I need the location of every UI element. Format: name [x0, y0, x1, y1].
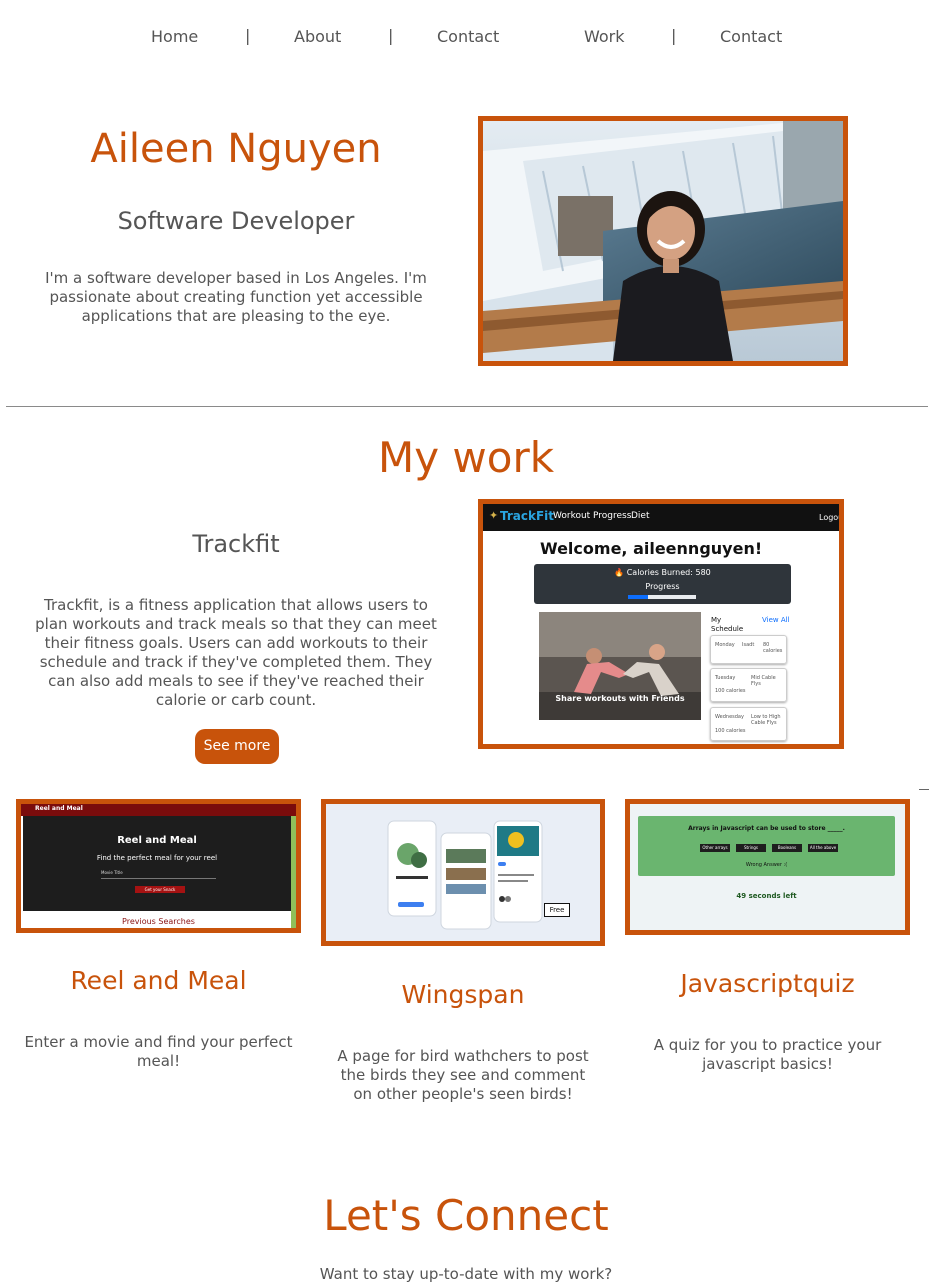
project-description-reel-and-meal: Enter a movie and find your perfect meal… [24, 1033, 293, 1070]
trackfit-logo-icon: ✦ [489, 509, 499, 522]
reel-hero: Reel and Meal Find the perfect meal for … [23, 816, 291, 911]
trackfit-brand: TrackFit [500, 509, 555, 523]
project-description-wingspan: A page for bird wathchers to post the bi… [337, 1047, 589, 1103]
nav-about-link[interactable]: About [294, 27, 341, 46]
wingspan-free-badge: Free [544, 903, 570, 917]
quiz-option: Booleans [772, 844, 802, 852]
trackfit-view-all: View All [762, 616, 790, 624]
featured-project-description: Trackfit, is a fitness application that … [35, 596, 437, 709]
workout-photo-image [539, 612, 701, 720]
javascriptquiz-screenshot[interactable]: Arrays in Javascript can be used to stor… [625, 799, 910, 935]
quiz-feedback: Wrong Answer :( [745, 862, 788, 868]
trackfit-logout: Logou [819, 513, 844, 522]
trackfit-nav-workout: Workout [553, 511, 591, 521]
profile-photo [478, 116, 848, 366]
wingspan-screenshot[interactable]: Free [321, 799, 605, 946]
project-title-wingspan[interactable]: Wingspan [321, 979, 605, 1011]
see-more-button[interactable]: See more [195, 729, 279, 764]
section-divider [6, 406, 928, 407]
trackfit-workout-image: Share workouts with Friends [539, 612, 701, 720]
quiz-question: Arrays in Javascript can be used to stor… [688, 825, 845, 832]
hero-name: Aileen Nguyen [90, 126, 382, 172]
nav-work-link[interactable]: Work [584, 27, 625, 46]
schedule-card: Wednesday Low to High Cable Flys 100 cal… [710, 707, 787, 741]
project-title-javascriptquiz[interactable]: Javascriptquiz [625, 968, 910, 1000]
nav-home-link[interactable]: Home [151, 27, 198, 46]
connect-heading: Let's Connect [323, 1191, 609, 1240]
reel-side-strip [291, 816, 296, 928]
reel-bar-title: Reel and Meal [35, 805, 83, 812]
trackfit-calories: 🔥 Calories Burned: 580 [614, 568, 711, 577]
schedule-calories: 100 calories [715, 688, 746, 694]
work-heading: My work [377, 433, 555, 482]
reel-main-title: Reel and Meal [117, 835, 197, 846]
schedule-calories: 100 calories [715, 728, 746, 734]
reel-button: Get your Snack [135, 886, 185, 893]
quiz-option: Strings [736, 844, 766, 852]
nav-contact-link[interactable]: Contact [437, 27, 499, 46]
trackfit-progress-label: Progress [645, 582, 680, 591]
featured-project-title: Trackfit [192, 530, 280, 558]
schedule-exercise: Isadt [742, 642, 755, 648]
trackfit-calories-card: 🔥 Calories Burned: 580 Progress [534, 564, 791, 604]
project-description-javascriptquiz: A quiz for you to practice your javascri… [653, 1036, 882, 1073]
schedule-day: Monday [715, 642, 735, 648]
trackfit-welcome: Welcome, aileennguyen! [540, 539, 763, 558]
trackfit-progress-track [628, 595, 696, 599]
schedule-day: Tuesday [715, 675, 736, 681]
profile-photo-image [483, 121, 843, 361]
hero-role: Software Developer [117, 207, 355, 235]
trackfit-image-caption: Share workouts with Friends [555, 694, 685, 703]
nav-contact-link-2[interactable]: Contact [720, 27, 782, 46]
project-title-reel-and-meal[interactable]: Reel and Meal [16, 965, 301, 997]
stray-dash [919, 789, 929, 790]
trackfit-nav-diet: Diet [631, 511, 650, 521]
quiz-option: All the above [808, 844, 838, 852]
trackfit-screenshot[interactable]: ✦ TrackFit Workout Progress Diet Logou W… [478, 499, 844, 749]
hero-bio: I'm a software developer based in Los An… [45, 269, 427, 325]
trackfit-nav-progress: Progress [593, 511, 632, 521]
trackfit-schedule-title: My Schedule [711, 616, 744, 633]
schedule-exercise: Low to High Cable Flys [751, 714, 781, 726]
nav-separator: | [388, 26, 394, 45]
reel-bar: Reel and Meal [21, 804, 296, 816]
schedule-day: Wednesday [715, 714, 744, 720]
quiz-card: Arrays in Javascript can be used to stor… [638, 816, 895, 876]
connect-subtext: Want to stay up-to-date with my work? [319, 1265, 613, 1283]
reel-input: Movie Title [101, 870, 216, 879]
quiz-option: Other arrays [700, 844, 730, 852]
nav-separator: | [671, 26, 677, 45]
trackfit-navbar: ✦ TrackFit Workout Progress Diet Logou [483, 504, 839, 531]
reel-and-meal-screenshot[interactable]: Reel and Meal Reel and Meal Find the per… [16, 799, 301, 933]
schedule-exercise: Mid Cable Flys [751, 675, 776, 687]
wingspan-mockup-image [326, 804, 600, 941]
reel-footer: Previous Searches [122, 917, 195, 926]
schedule-card: Tuesday Mid Cable Flys 100 calories [710, 668, 787, 702]
trackfit-progress-fill [628, 595, 649, 599]
nav-separator: | [245, 26, 251, 45]
quiz-timer: 49 seconds left [736, 892, 797, 900]
schedule-calories: 80 calories [763, 642, 783, 654]
schedule-card: Monday Isadt 80 calories [710, 635, 787, 664]
reel-tagline: Find the perfect meal for your reel [96, 854, 218, 862]
